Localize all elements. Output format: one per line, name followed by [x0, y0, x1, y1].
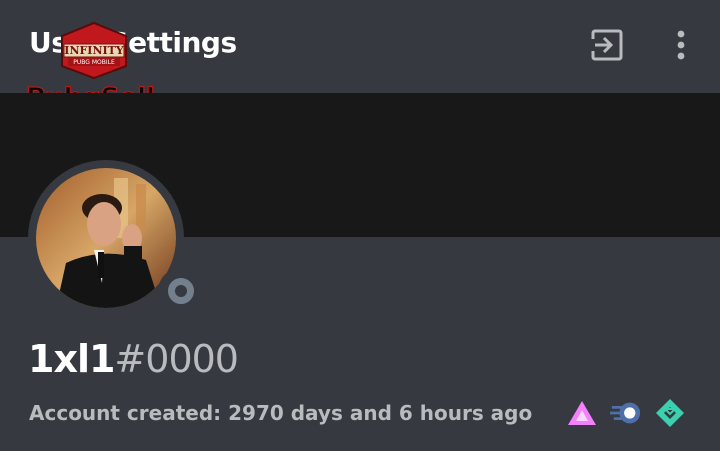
more-vertical-icon	[677, 30, 685, 60]
hypesquad-balance-icon	[568, 401, 596, 425]
badge-list	[566, 398, 686, 428]
hypesquad-badge[interactable]	[654, 398, 686, 428]
app-header: User Settings INFINITY PUBG MOBILE PubgS…	[0, 0, 720, 114]
more-options-button[interactable]	[668, 26, 694, 64]
nitro-boost-badge[interactable]	[610, 398, 642, 428]
username-display: 1xl1#0000	[28, 337, 239, 381]
discriminator: #0000	[114, 337, 239, 381]
hypesquad-icon	[656, 399, 684, 427]
hypesquad-balance-badge[interactable]	[566, 398, 598, 428]
offline-status-icon	[168, 278, 194, 304]
logout-icon	[590, 29, 623, 61]
account-created-text: Account created: 2970 days and 6 hours a…	[29, 401, 533, 425]
watermark-badge-sub: PUBG MOBILE	[73, 59, 115, 66]
status-indicator	[158, 268, 204, 314]
watermark-badge-text: INFINITY	[64, 44, 124, 57]
avatar-container[interactable]	[28, 160, 204, 316]
nitro-boost-icon	[610, 402, 641, 424]
avatar-photo	[36, 168, 176, 308]
username: 1xl1	[28, 337, 115, 381]
logout-button[interactable]	[588, 27, 626, 63]
avatar[interactable]	[36, 168, 176, 308]
